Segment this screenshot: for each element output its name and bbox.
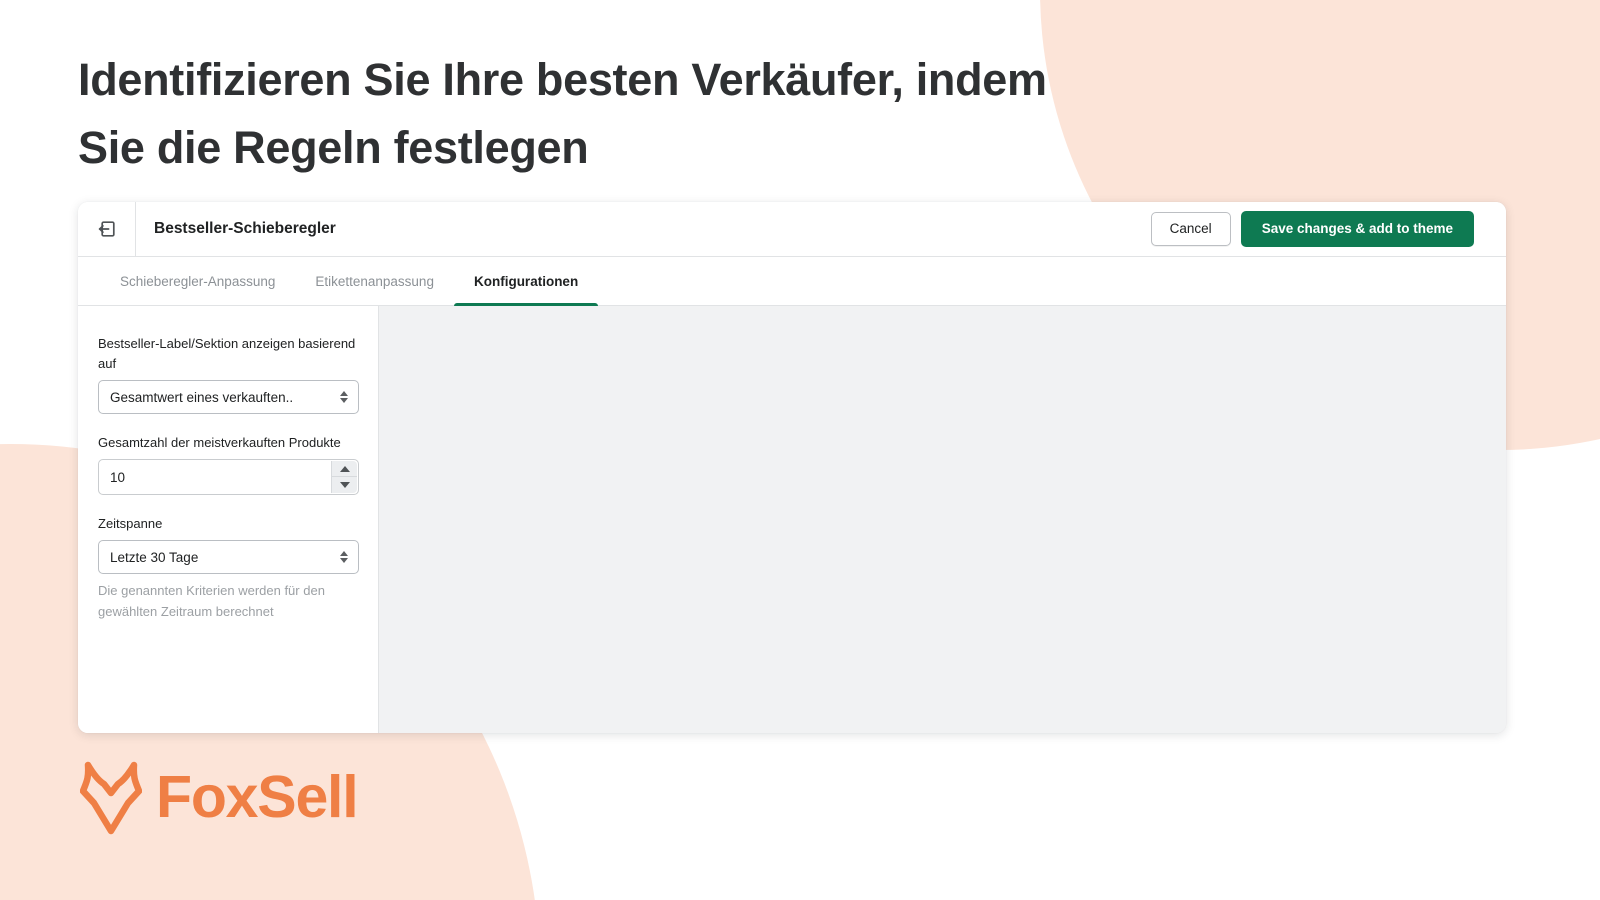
exit-left-glyph	[98, 221, 115, 237]
field-display-basis: Bestseller-Label/Sektion anzeigen basier…	[98, 334, 359, 415]
display-basis-select[interactable]: Gesamtwert eines verkauften..	[98, 380, 359, 415]
caret-down-glyph	[339, 482, 350, 489]
caret-up-glyph	[340, 551, 348, 557]
app-window-card: Bestseller-Schieberegler Cancel Save cha…	[78, 202, 1506, 733]
quantity-stepper	[331, 461, 357, 494]
display-basis-label: Bestseller-Label/Sektion anzeigen basier…	[98, 336, 356, 372]
save-changes-button[interactable]: Save changes & add to theme	[1240, 210, 1474, 248]
timespan-value: Letzte 30 Tage	[110, 549, 199, 565]
caret-up-glyph	[340, 391, 348, 397]
product-count-value: 10	[110, 469, 126, 485]
tab-konfigurationen[interactable]: Konfigurationen	[453, 257, 599, 306]
timespan-label: Zeitspanne	[98, 516, 163, 532]
tab-bar: Schieberegler-Anpassung Etikettenanpassu…	[78, 256, 1506, 306]
select-updown-icon	[340, 541, 348, 573]
configuration-side-panel: Bestseller-Label/Sektion anzeigen basier…	[78, 306, 379, 733]
caret-down-icon[interactable]	[332, 477, 357, 494]
topbar-actions: Cancel Save changes & add to theme	[1150, 210, 1506, 248]
caret-up-glyph	[339, 465, 350, 472]
tab-etikettenanpassung[interactable]: Etikettenanpassung	[295, 257, 454, 305]
product-count-input[interactable]: 10	[98, 459, 359, 496]
timespan-select[interactable]: Letzte 30 Tage	[98, 540, 359, 575]
product-count-label: Gesamtzahl der meistverkauften Produkte	[98, 435, 341, 451]
app-topbar: Bestseller-Schieberegler Cancel Save cha…	[78, 202, 1506, 256]
app-title: Bestseller-Schieberegler	[154, 220, 336, 237]
field-product-count: Gesamtzahl der meistverkauften Produkte …	[98, 433, 359, 496]
exit-left-icon[interactable]	[78, 202, 136, 256]
cancel-button[interactable]: Cancel	[1150, 211, 1231, 247]
brand-name: FoxSell	[156, 763, 359, 830]
page-headline: Identifizieren Sie Ihre besten Verkäufer…	[78, 54, 1047, 174]
select-updown-icon	[340, 381, 348, 413]
field-timespan: Zeitspanne Letzte 30 Tage Die genannten …	[98, 514, 359, 623]
preview-panel	[379, 306, 1506, 733]
timespan-help-text: Die genannten Kriterien werden für den g…	[98, 583, 325, 619]
app-body: Bestseller-Label/Sektion anzeigen basier…	[78, 306, 1506, 733]
tab-schieberegler-anpassung[interactable]: Schieberegler-Anpassung	[100, 257, 295, 305]
brand-logo: FoxSell	[80, 757, 359, 837]
fox-head-icon	[80, 761, 142, 835]
caret-down-glyph	[340, 558, 348, 564]
display-basis-value: Gesamtwert eines verkauften..	[110, 389, 294, 405]
caret-up-icon[interactable]	[332, 461, 357, 478]
caret-down-glyph	[340, 398, 348, 404]
